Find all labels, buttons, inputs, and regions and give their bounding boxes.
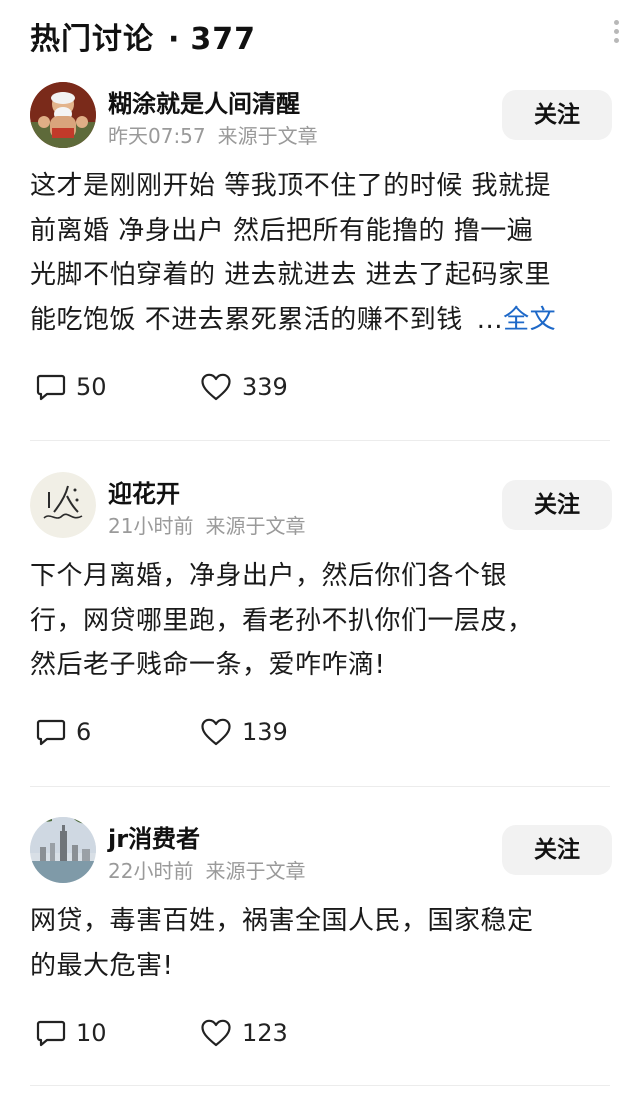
divider (30, 1085, 610, 1086)
comment-time: 21小时前 (108, 514, 194, 538)
user-name[interactable]: 糊涂就是人间清醒 (108, 84, 300, 119)
comment-text: 网贷，毒害百姓，祸害全国人民，国家稳定 的最大危害! (30, 899, 612, 988)
avatar[interactable] (30, 817, 96, 883)
avatar[interactable] (30, 472, 96, 538)
reply-button[interactable]: 6 (36, 715, 91, 749)
like-button[interactable]: 139 (200, 715, 288, 749)
comment-line: 这才是刚刚开始 等我顶不住了的时候 我就提 (30, 171, 552, 201)
comment-actions: 6 139 (36, 715, 356, 749)
comment-actions: 10 123 (36, 1016, 356, 1050)
follow-button[interactable]: 关注 (502, 480, 612, 530)
comment-line: 行，网贷哪里跑，看老孙不扒你们一层皮， (30, 605, 534, 636)
comment-time: 昨天07:57 (108, 124, 206, 148)
comment-icon (36, 719, 66, 746)
comment-meta: 21小时前 来源于文章 (108, 510, 305, 539)
divider (30, 440, 610, 441)
comment-text: 这才是刚刚开始 等我顶不住了的时候 我就提 前离婚 净身出户 然后把所有能撸的 … (30, 164, 612, 342)
reply-count: 10 (76, 1019, 107, 1047)
comment-card: 糊涂就是人间清醒 昨天07:57 来源于文章 关注 这才是刚刚开始 等我顶不住了的… (30, 82, 612, 412)
heart-icon (201, 718, 231, 746)
like-button[interactable]: 123 (200, 1016, 288, 1050)
comment-line: 的最大危害! (30, 950, 174, 981)
reply-count: 6 (76, 718, 92, 746)
comment-card: 迎花开 21小时前 来源于文章 关注 下个月离婚，净身出户，然后你们各个银 行，网… (30, 472, 612, 762)
title-text: 热门讨论 (30, 22, 154, 57)
comment-line: 下个月离婚，净身出户，然后你们各个银 (30, 561, 508, 591)
like-button[interactable]: 339 (200, 370, 288, 404)
comment-meta: 22小时前 来源于文章 (108, 855, 305, 884)
heart-icon (201, 373, 231, 401)
user-name[interactable]: jr消费者 (108, 819, 200, 854)
user-name[interactable]: 迎花开 (108, 474, 180, 509)
comment-line: 光脚不怕穿着的 进去就进去 进去了起码家里 (30, 260, 552, 290)
comment-time: 22小时前 (108, 859, 194, 883)
comment-actions: 50 339 (36, 370, 356, 404)
comment-icon (36, 374, 66, 401)
ellipsis: ... (476, 304, 504, 335)
title-separator: · (168, 22, 181, 57)
comment-text: 下个月离婚，净身出户，然后你们各个银 行，网贷哪里跑，看老孙不扒你们一层皮， 然… (30, 554, 612, 688)
comment-source[interactable]: 来源于文章 (218, 124, 318, 148)
page-title: 热门讨论 · 377 (30, 14, 256, 58)
discussion-header: 热门讨论 · 377 (30, 10, 620, 60)
comment-icon (36, 1020, 66, 1047)
like-count: 339 (242, 373, 288, 401)
expand-full-text-link[interactable]: ...全文 (477, 305, 556, 335)
comment-line: 网贷，毒害百姓，祸害全国人民，国家稳定 (30, 906, 534, 936)
expand-label[interactable]: 全文 (503, 305, 556, 335)
comment-line: 前离婚 净身出户 然后把所有能撸的 撸一遍 (30, 215, 534, 246)
comment-card: jr消费者 22小时前 来源于文章 关注 网贷，毒害百姓，祸害全国人民，国家稳定 … (30, 817, 612, 1067)
comment-line: 能吃饱饭 不进去累死累活的赚不到钱 (30, 304, 463, 335)
reply-count: 50 (76, 373, 107, 401)
divider (30, 786, 610, 787)
more-vertical-icon[interactable] (612, 20, 620, 48)
follow-button[interactable]: 关注 (502, 825, 612, 875)
comment-line-last: 能吃饱饭 不进去累死累活的赚不到钱 ...全文 (30, 298, 612, 343)
comment-line: 然后老子贱命一条，爱咋咋滴! (30, 650, 386, 680)
heart-icon (201, 1019, 231, 1047)
follow-button[interactable]: 关注 (502, 90, 612, 140)
reply-button[interactable]: 50 (36, 370, 107, 404)
reply-button[interactable]: 10 (36, 1016, 107, 1050)
avatar[interactable] (30, 82, 96, 148)
like-count: 139 (242, 718, 288, 746)
discussion-count: 377 (190, 22, 257, 57)
comment-source[interactable]: 来源于文章 (205, 859, 305, 883)
comment-meta: 昨天07:57 来源于文章 (108, 120, 318, 149)
like-count: 123 (242, 1019, 288, 1047)
comment-source[interactable]: 来源于文章 (205, 514, 305, 538)
